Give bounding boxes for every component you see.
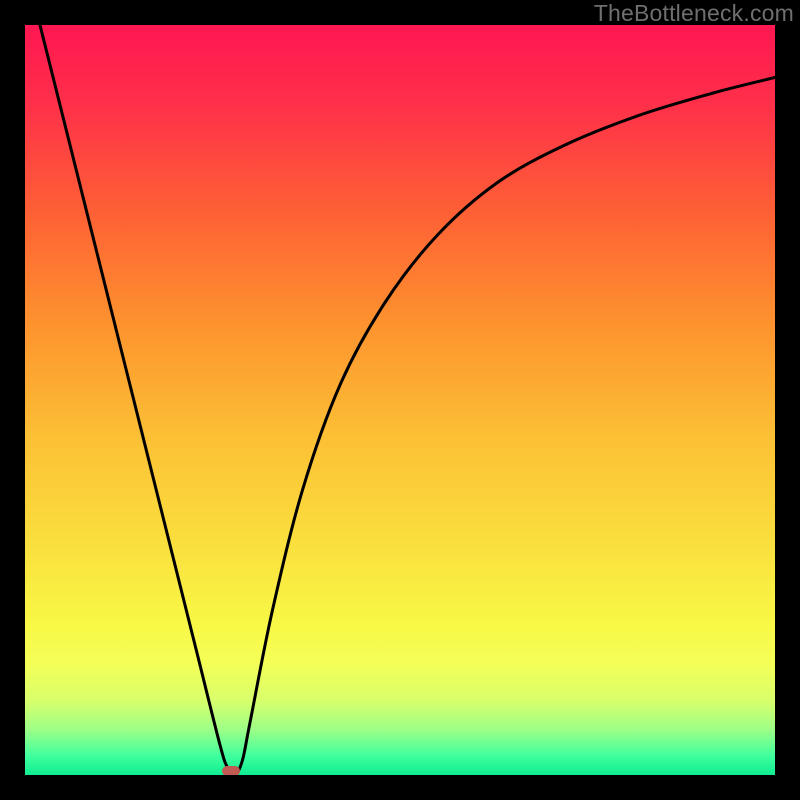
optimal-point-marker xyxy=(222,766,240,775)
curve-layer xyxy=(25,25,775,775)
watermark-text: TheBottleneck.com xyxy=(594,0,794,27)
plot-area xyxy=(25,25,775,775)
bottleneck-curve-line xyxy=(40,25,775,775)
chart-frame: TheBottleneck.com xyxy=(0,0,800,800)
